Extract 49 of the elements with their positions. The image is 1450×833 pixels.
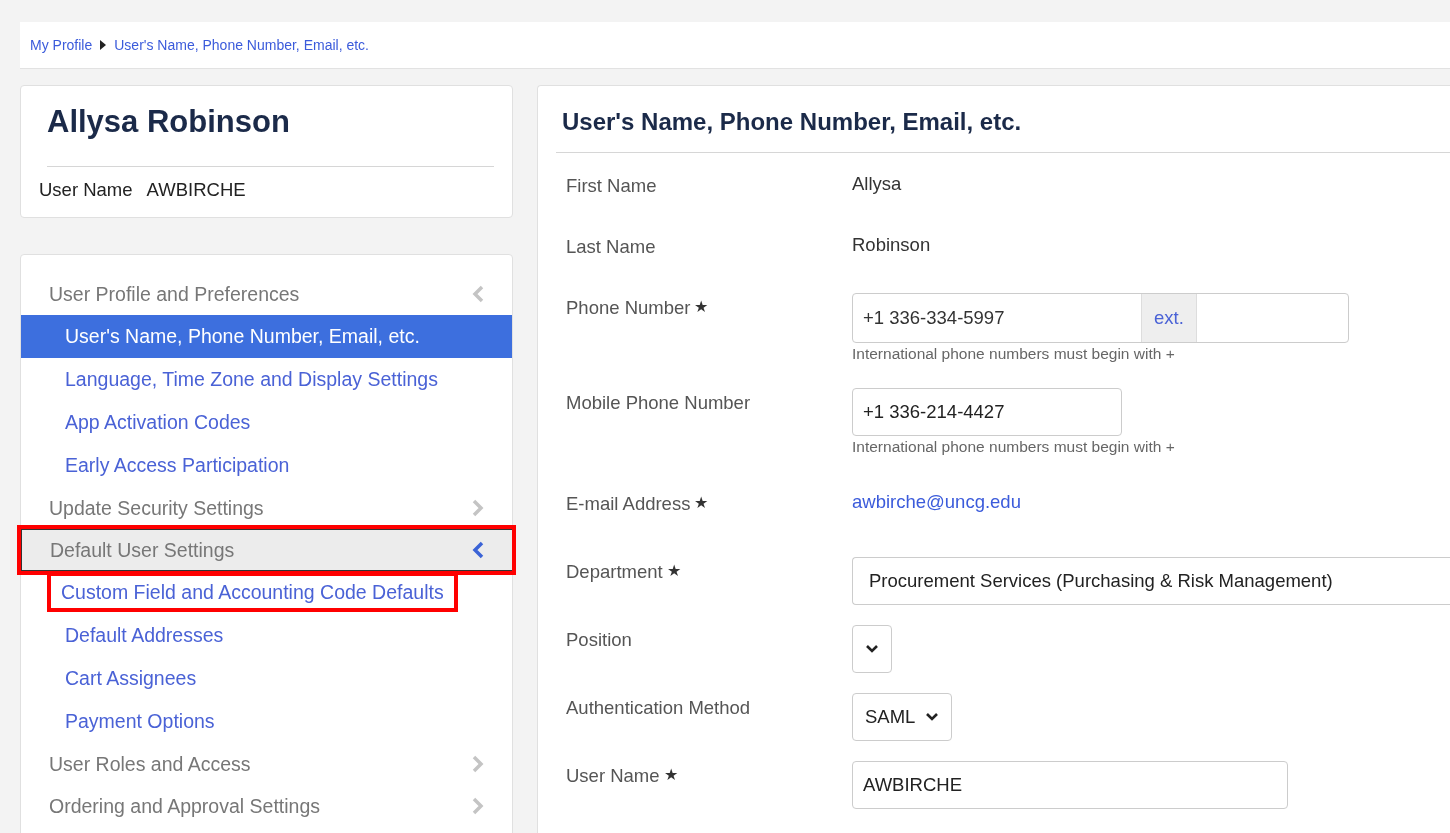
- dropdown[interactable]: SAML: [852, 693, 953, 741]
- text-field[interactable]: AWBIRCHE: [852, 761, 1288, 809]
- nav-item[interactable]: Payment Options: [21, 700, 512, 743]
- panel-title: User's Name, Phone Number, Email, etc.: [556, 86, 1450, 153]
- nav-item[interactable]: User's Name, Phone Number, Email, etc.: [21, 315, 512, 358]
- field-label: User Name: [566, 765, 660, 786]
- breadcrumb-link[interactable]: My Profile: [30, 37, 93, 53]
- dropdown[interactable]: [852, 625, 892, 673]
- nav-group[interactable]: User Roles and Access: [21, 743, 512, 785]
- chevron-right-icon[interactable]: [472, 499, 484, 517]
- field-value: Allysa: [852, 172, 903, 195]
- field-label: Position: [566, 629, 632, 650]
- field-label: First Name: [566, 175, 657, 196]
- nav-group[interactable]: Ordering and Approval Settings: [21, 785, 512, 827]
- field-label: Authentication Method: [566, 697, 751, 718]
- user-name-label: User Name: [39, 179, 133, 201]
- phone-field[interactable]: +1 336-334-5997 ext.: [852, 293, 1349, 343]
- field-label: Mobile Phone Number: [566, 392, 751, 413]
- chevron-left-icon[interactable]: [472, 541, 484, 559]
- dropdown[interactable]: Procurement Services (Purchasing & Risk Management): [852, 557, 1450, 605]
- required-mark: ★: [694, 298, 709, 315]
- field-label: Department: [566, 561, 663, 582]
- field-label: Last Name: [566, 236, 656, 257]
- nav-group[interactable]: User Profile and Preferences: [21, 273, 512, 315]
- field-hint: International phone numbers must begin with +: [852, 345, 1176, 363]
- field-label: E-mail Address: [566, 493, 691, 514]
- nav-item[interactable]: Default Addresses: [21, 614, 512, 657]
- nav-item[interactable]: Language, Time Zone and Display Settings: [21, 358, 512, 401]
- required-mark: ★: [694, 494, 709, 511]
- required-mark: ★: [666, 562, 681, 579]
- breadcrumb-link[interactable]: User's Name, Phone Number, Email, etc.: [114, 37, 369, 53]
- nav-group[interactable]: Update Security Settings: [21, 487, 512, 529]
- field-label: Phone Number: [566, 297, 691, 318]
- profile-name: Allysa Robinson: [47, 104, 494, 167]
- chevron-right-icon[interactable]: [472, 755, 484, 773]
- email-link[interactable]: awbirche@uncg.edu: [852, 491, 1021, 512]
- nav-item[interactable]: Cart Assignees: [21, 657, 512, 700]
- field-value: Robinson: [852, 233, 932, 256]
- field-hint: International phone numbers must begin with +: [852, 438, 1176, 456]
- nav-item[interactable]: Early Access Participation: [21, 444, 512, 487]
- caret-icon: [925, 712, 940, 722]
- user-name-value: AWBIRCHE: [146, 179, 246, 201]
- nav-item[interactable]: Custom Field and Accounting Code Defaults: [21, 571, 512, 614]
- chevron-right-icon[interactable]: [472, 797, 484, 815]
- text-field[interactable]: +1 336-214-4427: [852, 388, 1122, 436]
- caret-icon: [865, 644, 879, 654]
- required-mark: ★: [663, 766, 678, 783]
- breadcrumb-separator-icon: [100, 40, 107, 50]
- nav-item[interactable]: App Activation Codes: [21, 401, 512, 444]
